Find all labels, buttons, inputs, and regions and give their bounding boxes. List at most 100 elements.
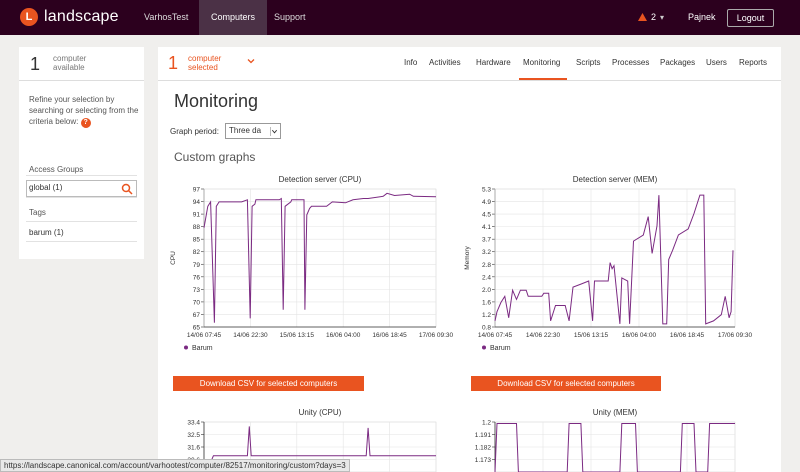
chart-title: Unity (CPU)	[299, 408, 342, 417]
chart-unity-mem: Unity (MEM) 1.2 1.191 1.182 1.173	[460, 405, 760, 472]
y-tick-label: 5.3	[482, 187, 491, 194]
download-csv-button[interactable]: Download CSV for selected computers	[471, 376, 661, 391]
x-tick-label: 14/06 22:30	[233, 332, 268, 339]
tag-barum[interactable]: barum (1)	[29, 228, 64, 237]
nav-computers[interactable]: Computers	[199, 0, 268, 35]
y-tick-label: 94	[193, 199, 201, 206]
y-tick-label: 33.4	[187, 420, 200, 427]
tab-info[interactable]: Info	[404, 58, 417, 67]
download-csv-button[interactable]: Download CSV for selected computers	[173, 376, 364, 391]
x-tick-label: 14/06 07:45	[478, 332, 513, 339]
logout-button[interactable]: Logout	[727, 9, 774, 27]
access-groups-heading: Access Groups	[29, 165, 84, 174]
brand-name: landscape	[44, 8, 119, 25]
tab-packages[interactable]: Packages	[660, 58, 695, 67]
y-tick-label: 76	[193, 274, 201, 281]
y-tick-label: 3.2	[482, 249, 491, 256]
search-icon[interactable]	[121, 183, 133, 195]
divider	[26, 241, 137, 242]
tab-users[interactable]: Users	[706, 58, 727, 67]
username[interactable]: Pajnek	[688, 12, 716, 22]
x-tick-label: 15/06 13:15	[574, 332, 609, 339]
y-tick-label: 4.5	[482, 212, 491, 219]
chart-detection-cpu: Detection server (CPU) 97 94 91 88 85 82 79 76 73…	[162, 173, 462, 359]
y-tick-label: 70	[193, 299, 201, 306]
y-tick-label: 88	[193, 224, 201, 231]
chevron-down-icon	[270, 127, 278, 136]
chart-svg: Detection server (MEM) 5.3 4.9 4.5 4.1 3.7 3.2…	[464, 175, 753, 352]
legend-label: Barum	[490, 345, 511, 352]
alert-count: 2	[651, 12, 657, 22]
x-tick-label: 17/06 09:30	[419, 332, 454, 339]
y-tick-label: 1.2	[482, 312, 491, 319]
tab-hardware[interactable]: Hardware	[476, 58, 511, 67]
x-tick-label: 14/06 22:30	[526, 332, 561, 339]
active-tab-indicator	[519, 78, 567, 80]
tab-activities[interactable]: Activities	[429, 58, 461, 67]
y-tick-label: 1.182	[475, 445, 492, 452]
legend-marker	[482, 345, 486, 350]
y-tick-label: 4.1	[482, 224, 491, 231]
y-tick-label: 73	[193, 287, 201, 294]
top-navigation-bar: L landscape VarhosTest Computers Support…	[0, 0, 800, 35]
chart-title: Detection server (MEM)	[573, 175, 658, 184]
y-tick-label: 2.4	[482, 274, 491, 281]
y-tick-label: 0.8	[482, 325, 491, 332]
logo-icon: L	[20, 8, 38, 26]
x-tick-label: 16/06 04:00	[622, 332, 657, 339]
legend-label: Barum	[192, 345, 213, 352]
tab-scripts[interactable]: Scripts	[576, 58, 600, 67]
page-title: Monitoring	[174, 91, 259, 111]
graph-period-select[interactable]: Three da	[225, 123, 281, 139]
chart-title: Detection server (CPU)	[279, 175, 362, 184]
y-tick-label: 31.6	[187, 445, 200, 452]
custom-graphs-title: Custom graphs	[174, 150, 256, 164]
divider	[26, 175, 137, 176]
tab-reports[interactable]: Reports	[739, 58, 767, 67]
y-tick-label: 1.6	[482, 299, 491, 306]
y-tick-label: 32.5	[187, 432, 200, 439]
y-tick-label: 1.191	[475, 432, 492, 439]
chart-svg: Detection server (CPU) 97 94 91 88 85 82 79 76 73…	[170, 175, 454, 352]
tab-processes[interactable]: Processes	[612, 58, 649, 67]
chart-title: Unity (MEM)	[593, 408, 638, 417]
nav-support[interactable]: Support	[262, 0, 318, 35]
nav-account[interactable]: VarhosTest	[132, 0, 200, 35]
divider	[26, 221, 137, 222]
y-tick-label: 4.9	[482, 199, 491, 206]
y-tick-label: 2.0	[482, 287, 491, 294]
legend-marker	[184, 345, 188, 350]
warning-icon	[638, 13, 647, 21]
help-icon[interactable]: ?	[80, 118, 91, 128]
x-tick-label: 16/06 18:45	[372, 332, 407, 339]
chevron-down-icon: ▾	[660, 12, 665, 22]
y-axis-label: CPU	[170, 251, 177, 265]
y-tick-label: 1.2	[482, 420, 491, 427]
tab-monitoring[interactable]: Monitoring	[523, 58, 560, 67]
y-tick-label: 91	[193, 212, 201, 219]
x-tick-label: 16/06 18:45	[670, 332, 705, 339]
y-tick-label: 1.173	[475, 457, 492, 464]
y-tick-label: 82	[193, 249, 201, 256]
main-panel: 1 computer selected Info Activities Hard…	[158, 47, 781, 472]
computer-tabs: Info Activities Hardware Monitoring Scri…	[158, 47, 781, 81]
y-tick-label: 2.8	[482, 262, 491, 269]
x-tick-label: 14/06 07:45	[187, 332, 222, 339]
alerts-menu[interactable]: 2 ▾	[638, 12, 664, 22]
x-tick-label: 15/06 13:15	[280, 332, 315, 339]
divider	[26, 197, 137, 198]
access-group-global[interactable]: global (1)	[29, 183, 62, 192]
y-tick-label: 65	[193, 325, 201, 332]
tags-heading: Tags	[29, 208, 46, 217]
graph-period-label: Graph period:	[170, 127, 219, 136]
y-tick-label: 3.7	[482, 237, 491, 244]
chart-svg: Unity (MEM) 1.2 1.191 1.182 1.173	[475, 408, 736, 472]
y-tick-label: 97	[193, 187, 201, 194]
chart-detection-mem: Detection server (MEM) 5.3 4.9 4.5 4.1 3.7 3.2…	[460, 173, 760, 359]
y-axis-label: Memory	[464, 246, 471, 270]
y-tick-label: 79	[193, 262, 201, 269]
landscape-logo[interactable]: L landscape	[20, 8, 119, 26]
x-tick-label: 16/06 04:00	[326, 332, 361, 339]
available-label: computer available	[53, 54, 87, 72]
sidebar: 1 computer available Refine your selecti…	[19, 47, 144, 259]
